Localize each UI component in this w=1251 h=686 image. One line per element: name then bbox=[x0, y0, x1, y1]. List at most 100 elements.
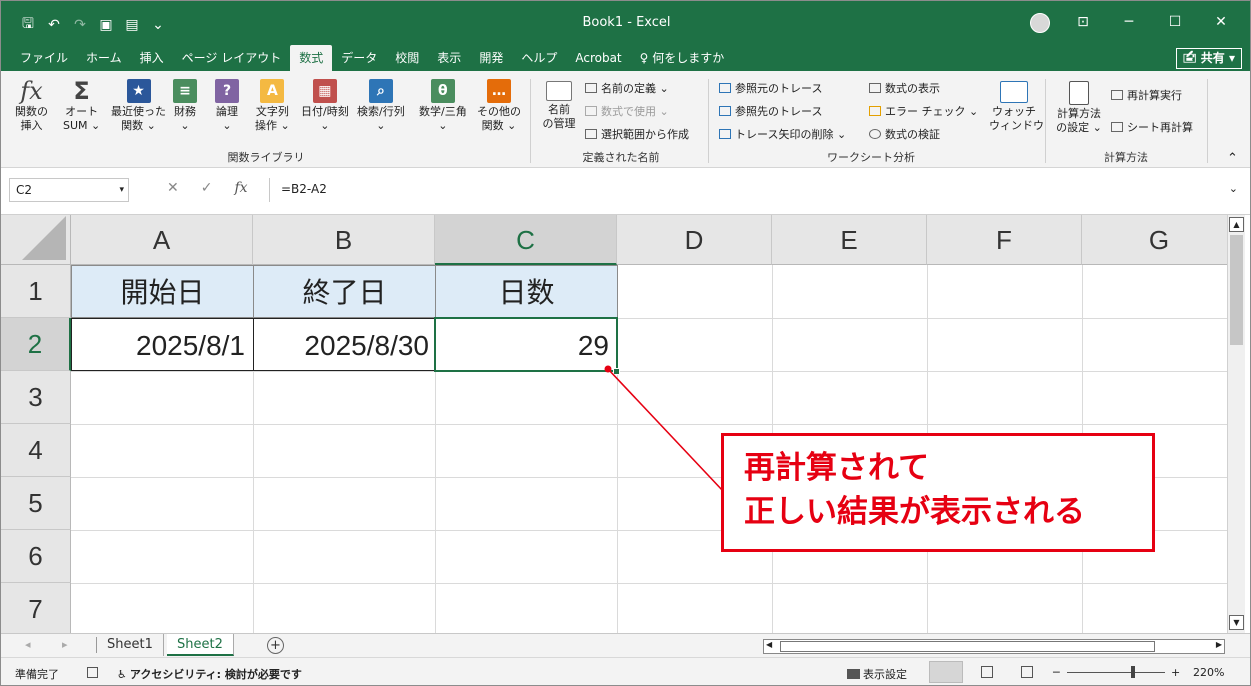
name-manager-icon bbox=[546, 81, 572, 101]
name-box-dropdown-icon[interactable]: ▾ bbox=[119, 179, 124, 201]
normal-view-icon[interactable] bbox=[929, 661, 963, 683]
evaluate-formula-button[interactable]: 数式の検証 bbox=[869, 126, 940, 142]
horizontal-scrollbar[interactable]: ◀ ▶ bbox=[763, 639, 1225, 654]
ribbon-display-icon[interactable]: ⊡ bbox=[1060, 9, 1106, 35]
formula-input[interactable]: =B2-A2 bbox=[281, 182, 327, 196]
name-box[interactable]: C2 ▾ bbox=[9, 178, 129, 202]
define-name-button[interactable]: 名前の定義 ⌄ bbox=[585, 80, 669, 96]
minimize-button[interactable]: ─ bbox=[1106, 9, 1152, 35]
sheet-tab-sheet2[interactable]: Sheet2 bbox=[167, 634, 234, 656]
enter-icon[interactable]: ✓ bbox=[201, 180, 213, 196]
zoom-slider-thumb[interactable] bbox=[1131, 666, 1135, 678]
cell-b1[interactable]: 終了日 bbox=[253, 265, 436, 318]
row-header-4[interactable]: 4 bbox=[1, 424, 71, 477]
macro-record-icon[interactable] bbox=[87, 667, 98, 678]
fill-handle[interactable] bbox=[613, 368, 620, 375]
worksheet-grid[interactable]: A B C D E F G 1 2 3 4 5 6 7 開始日 終了日 日数 2… bbox=[1, 215, 1227, 633]
tab-acrobat[interactable]: Acrobat bbox=[566, 45, 630, 71]
calculate-sheet-button[interactable]: シート再計算 bbox=[1111, 119, 1193, 135]
tab-insert[interactable]: 挿入 bbox=[131, 45, 173, 71]
row-header-5[interactable]: 5 bbox=[1, 477, 71, 530]
tab-file[interactable]: ファイル bbox=[11, 45, 77, 71]
row-header-2[interactable]: 2 bbox=[1, 318, 71, 371]
zoom-in-button[interactable]: + bbox=[1171, 666, 1180, 679]
row-header-3[interactable]: 3 bbox=[1, 371, 71, 424]
function-button-label: 文字列 bbox=[255, 105, 289, 118]
create-from-selection-button[interactable]: 選択範囲から作成 bbox=[585, 126, 689, 142]
function-button-3[interactable]: ≡ 財務 ⌄ bbox=[173, 79, 197, 133]
function-button-9[interactable]: … その他の 関数 ⌄ bbox=[477, 79, 521, 133]
share-button[interactable]: 🖆 共有 ▾ bbox=[1175, 48, 1242, 69]
function-button-1[interactable]: Σ オート SUM ⌄ bbox=[63, 79, 100, 133]
function-button-label: ⌄ bbox=[320, 119, 330, 132]
scroll-right-arrow[interactable]: ▶ bbox=[1216, 640, 1222, 649]
row-header-6[interactable]: 6 bbox=[1, 530, 71, 583]
column-header-f[interactable]: F bbox=[927, 215, 1082, 265]
page-layout-view-icon[interactable] bbox=[981, 666, 993, 678]
cell-a1[interactable]: 開始日 bbox=[71, 265, 254, 318]
close-button[interactable]: ✕ bbox=[1198, 9, 1244, 35]
name-manager-button[interactable]: 名前 の管理 bbox=[539, 81, 579, 131]
scroll-left-arrow[interactable]: ◀ bbox=[766, 640, 772, 649]
sheet-nav-arrows[interactable]: ◂ ▸ bbox=[25, 638, 82, 651]
remove-arrows-button[interactable]: トレース矢印の削除 ⌄ bbox=[719, 126, 846, 142]
scroll-up-arrow[interactable]: ▲ bbox=[1229, 217, 1244, 232]
tab-home[interactable]: ホーム bbox=[77, 45, 131, 71]
cancel-icon[interactable]: ✕ bbox=[167, 180, 179, 196]
tab-developer[interactable]: 開発 bbox=[470, 45, 512, 71]
horizontal-scroll-thumb[interactable] bbox=[780, 641, 1155, 652]
accessibility-status[interactable]: ♿ アクセシビリティ: 検討が必要です bbox=[117, 666, 302, 682]
error-checking-button[interactable]: エラー チェック ⌄ bbox=[869, 103, 978, 119]
display-settings-button[interactable]: 表示設定 bbox=[847, 666, 907, 682]
zoom-level[interactable]: 220% bbox=[1193, 666, 1224, 679]
row-header-1[interactable]: 1 bbox=[1, 265, 71, 318]
function-button-2[interactable]: ★ 最近使った 関数 ⌄ bbox=[111, 79, 166, 133]
select-all-button[interactable] bbox=[1, 215, 71, 265]
function-button-0[interactable]: fx 関数の 挿入 bbox=[15, 79, 48, 133]
column-header-g[interactable]: G bbox=[1082, 215, 1227, 265]
tab-view[interactable]: 表示 bbox=[428, 45, 470, 71]
tab-review[interactable]: 校閲 bbox=[386, 45, 428, 71]
use-in-formula-button[interactable]: 数式で使用 ⌄ bbox=[585, 103, 669, 119]
column-header-a[interactable]: A bbox=[71, 215, 253, 265]
account-avatar[interactable] bbox=[1030, 13, 1050, 33]
vertical-scroll-thumb[interactable] bbox=[1230, 235, 1243, 345]
zoom-slider[interactable] bbox=[1067, 672, 1165, 673]
sheet-tab-sheet1[interactable]: Sheet1 bbox=[97, 634, 164, 656]
column-header-b[interactable]: B bbox=[253, 215, 435, 265]
row-header-7[interactable]: 7 bbox=[1, 583, 71, 633]
function-button-label: ⌄ bbox=[438, 119, 448, 132]
calculate-now-button[interactable]: 再計算実行 bbox=[1111, 87, 1182, 103]
tab-formulas[interactable]: 数式 bbox=[290, 45, 333, 71]
vertical-scrollbar[interactable]: ▲ ▼ bbox=[1227, 215, 1245, 633]
function-button-6[interactable]: ▦ 日付/時刻 ⌄ bbox=[301, 79, 349, 133]
column-header-c[interactable]: C bbox=[435, 215, 617, 265]
collapse-ribbon-icon[interactable]: ⌃ bbox=[1227, 151, 1238, 166]
trace-precedents-button[interactable]: 参照元のトレース bbox=[719, 80, 822, 96]
scroll-down-arrow[interactable]: ▼ bbox=[1229, 615, 1244, 630]
function-button-5[interactable]: A 文字列 操作 ⌄ bbox=[255, 79, 290, 133]
tab-data[interactable]: データ bbox=[332, 45, 386, 71]
add-sheet-button[interactable]: + bbox=[267, 637, 284, 654]
zoom-out-button[interactable]: ─ bbox=[1053, 666, 1060, 679]
function-button-7[interactable]: ⌕ 検索/行列 ⌄ bbox=[357, 79, 405, 133]
cell-b2[interactable]: 2025/8/30 bbox=[253, 318, 436, 371]
cell-a2[interactable]: 2025/8/1 bbox=[71, 318, 254, 371]
tab-page-layout[interactable]: ページ レイアウト bbox=[173, 45, 291, 71]
tell-me-search[interactable]: ♀ 何をしますか bbox=[631, 45, 734, 71]
expand-formula-bar-icon[interactable]: ⌄ bbox=[1229, 182, 1238, 195]
watch-window-button[interactable]: ウォッチ ウィンドウ bbox=[989, 81, 1044, 133]
calculation-options-button[interactable]: 計算方法 の設定 ⌄ bbox=[1053, 81, 1105, 135]
page-break-view-icon[interactable] bbox=[1021, 666, 1033, 678]
function-button-8[interactable]: θ 数学/三角 ⌄ bbox=[419, 79, 467, 133]
trace-dependents-button[interactable]: 参照先のトレース bbox=[719, 103, 822, 119]
column-header-d[interactable]: D bbox=[617, 215, 772, 265]
cell-c1[interactable]: 日数 bbox=[435, 265, 618, 318]
insert-function-icon[interactable]: fx bbox=[234, 180, 247, 196]
column-header-e[interactable]: E bbox=[772, 215, 927, 265]
function-button-4[interactable]: ? 論理 ⌄ bbox=[215, 79, 239, 133]
maximize-button[interactable]: ☐ bbox=[1152, 9, 1198, 35]
tab-help[interactable]: ヘルプ bbox=[512, 45, 566, 71]
show-formulas-button[interactable]: 数式の表示 bbox=[869, 80, 940, 96]
display-settings-label: 表示設定 bbox=[863, 668, 907, 681]
